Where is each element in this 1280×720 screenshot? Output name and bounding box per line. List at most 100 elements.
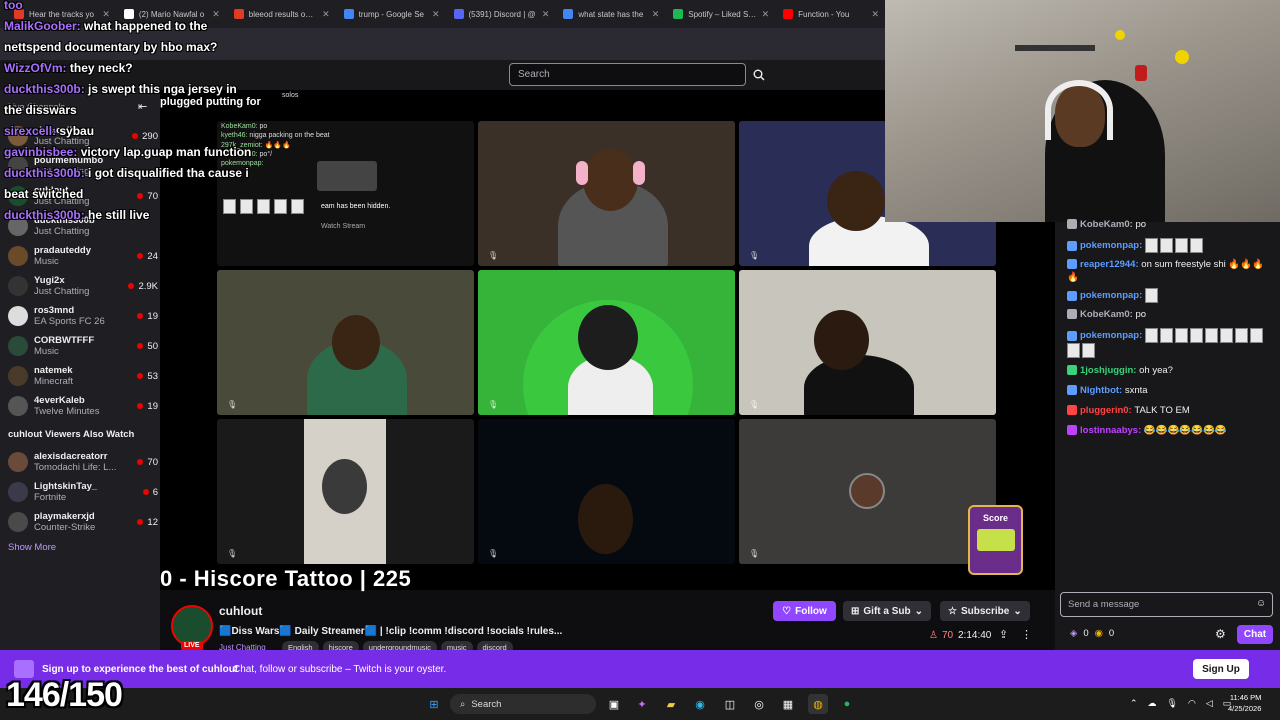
overlay-chat-text: beat switched bbox=[4, 187, 84, 201]
close-icon[interactable]: ✕ bbox=[322, 9, 330, 20]
gift-sub-button[interactable]: ⊞ Gift a Sub ⌄ bbox=[843, 601, 932, 621]
chat-username[interactable]: lostinnaabys: bbox=[1080, 425, 1144, 436]
chat-message: 1joshjuggin: oh yea? bbox=[1067, 364, 1272, 377]
file-explorer-icon[interactable]: ▰ bbox=[661, 694, 681, 714]
watch-stream-link[interactable]: Watch Stream bbox=[321, 223, 365, 230]
close-icon[interactable]: ✕ bbox=[871, 9, 879, 20]
copilot-icon[interactable]: ✦ bbox=[632, 694, 652, 714]
viewer-count-value: 70 bbox=[147, 456, 158, 468]
viewer-count-value: 70 bbox=[941, 630, 954, 641]
channel-game: Just Chatting bbox=[34, 226, 90, 237]
search-input[interactable]: Search bbox=[509, 63, 746, 86]
close-icon[interactable]: ✕ bbox=[212, 9, 220, 20]
edge-icon[interactable]: ◉ bbox=[690, 694, 710, 714]
subscribe-button[interactable]: ☆ Subscribe ⌄ bbox=[940, 601, 1030, 621]
chat-username[interactable]: 1joshjuggin: bbox=[1080, 365, 1139, 376]
live-dot-icon bbox=[132, 133, 139, 139]
browser-tab[interactable]: Spotify – Liked Son ✕ bbox=[667, 2, 775, 26]
chat-button[interactable]: Chat bbox=[1237, 625, 1273, 644]
channel-game: Tomodachi Life: L... bbox=[34, 462, 117, 473]
sidebar-channel[interactable]: CORBWTFFF Music 50 bbox=[8, 332, 158, 360]
mic-icon: 🎙 bbox=[488, 251, 499, 260]
close-icon[interactable]: ✕ bbox=[542, 9, 550, 20]
close-icon[interactable]: ✕ bbox=[432, 9, 440, 20]
share-icon[interactable]: ⇪ bbox=[999, 628, 1008, 641]
live-dot-icon bbox=[128, 283, 135, 289]
obs-icon[interactable]: ◎ bbox=[749, 694, 769, 714]
chat-text: 😂😂😂😂😂😂😂 bbox=[1143, 425, 1227, 436]
collapse-sidebar-icon[interactable]: ⇤ bbox=[138, 100, 147, 113]
system-tray[interactable]: ⌃ ☁ 🎙 ◠ ◁ ▭ bbox=[1130, 698, 1231, 709]
store-icon[interactable]: ◫ bbox=[720, 694, 740, 714]
chat-username[interactable]: reaper12944: bbox=[1080, 259, 1141, 270]
sidebar-channel[interactable]: pradauteddy Music 24 bbox=[8, 242, 158, 270]
gear-icon[interactable]: ⚙ bbox=[1215, 627, 1226, 641]
channel-viewers: 6 bbox=[142, 487, 158, 498]
chat-username[interactable]: pokemonpap: bbox=[1080, 290, 1145, 301]
points-icon: ◈ bbox=[1070, 628, 1078, 639]
browser-tab[interactable]: what state has the ✕ bbox=[557, 2, 665, 26]
more-options-icon[interactable]: ⋮ bbox=[1021, 628, 1032, 641]
channel-game: Music bbox=[34, 256, 59, 267]
taskbar-search[interactable]: ⌕ Search bbox=[450, 694, 596, 714]
capcut-icon[interactable]: ▦ bbox=[778, 694, 798, 714]
video-cell-5: 🎙 bbox=[478, 270, 735, 415]
search-button[interactable] bbox=[747, 63, 771, 86]
live-dot-icon bbox=[137, 403, 144, 409]
sidebar-channel[interactable]: natemek Minecraft 53 bbox=[8, 362, 158, 390]
sidebar-channel[interactable]: LightskinTay_ Fortnite 6 bbox=[8, 478, 158, 506]
close-icon[interactable]: ✕ bbox=[102, 9, 110, 20]
task-view-icon[interactable]: ▣ bbox=[604, 694, 624, 714]
viewer-count-value: 290 bbox=[142, 130, 158, 142]
sidebar-channel[interactable]: alexisdacreatorr Tomodachi Life: L... 70 bbox=[8, 448, 158, 476]
channel-viewers: 24 bbox=[137, 251, 158, 262]
overlay-chat-text: nettspend documentary by hbo max? bbox=[4, 40, 218, 54]
mini-chat-line: KobeKam0: po bbox=[221, 123, 330, 130]
sidebar-channel[interactable]: ros3mnd EA Sports FC 26 19 bbox=[8, 302, 158, 330]
live-dot-icon bbox=[137, 459, 144, 465]
chat-username[interactable]: KobeKam0: bbox=[1080, 219, 1135, 230]
emote-image bbox=[1144, 328, 1158, 343]
close-icon[interactable]: ✕ bbox=[652, 9, 660, 20]
taskbar-clock[interactable]: 11:46 PM 4/25/2026 bbox=[1228, 692, 1261, 714]
browser-tab[interactable]: (5391) Discord | @ ✕ bbox=[448, 2, 556, 26]
emote-image bbox=[1159, 328, 1173, 343]
chat-badge-icon bbox=[1067, 290, 1077, 301]
tab-title: what state has the bbox=[578, 9, 644, 19]
sidebar-channel[interactable]: Yugi2x Just Chatting 2.9K bbox=[8, 272, 158, 300]
browser-tab[interactable]: trump - Google Se ✕ bbox=[338, 2, 446, 26]
channel-points[interactable]: ◈ 0 ◉ 0 bbox=[1070, 628, 1114, 639]
chrome-icon[interactable]: ◍ bbox=[808, 694, 828, 714]
overlay-chat-text: i got disqualified tha cause i bbox=[88, 166, 249, 180]
sidebar-channel[interactable]: 4everKaleb Twelve Minutes 19 bbox=[8, 392, 158, 420]
chat-input[interactable]: Send a message bbox=[1060, 592, 1273, 617]
chevron-down-icon: ⌄ bbox=[914, 605, 924, 617]
browser-tab[interactable]: bleeod results on S ✕ bbox=[228, 2, 336, 26]
spotify-icon[interactable]: ● bbox=[837, 694, 857, 714]
avatar bbox=[8, 336, 28, 356]
signup-button[interactable]: Sign Up bbox=[1193, 659, 1249, 679]
avatar bbox=[8, 366, 28, 386]
overlay-chat-user: MalikGoober: bbox=[4, 19, 85, 33]
overlay-chat-user: duckthis300b: bbox=[4, 208, 89, 222]
close-icon[interactable]: ✕ bbox=[762, 9, 770, 20]
emote-image bbox=[1249, 328, 1263, 343]
emote-picker-icon[interactable]: ☺ bbox=[1256, 598, 1266, 609]
sidebar-channel[interactable]: playmakerxjd Counter-Strike 12 bbox=[8, 508, 158, 536]
channel-game: Fortnite bbox=[34, 492, 67, 503]
streamer-name[interactable]: cuhlout bbox=[219, 604, 262, 618]
channel-text: Yugi2x Just Chatting bbox=[34, 275, 128, 297]
chat-username[interactable]: pluggerin0: bbox=[1080, 405, 1134, 416]
browser-tab[interactable]: Function - You ✕ bbox=[777, 2, 885, 26]
overlay-chat-line: beat switched bbox=[4, 187, 83, 201]
chat-username[interactable]: Nightbot: bbox=[1080, 385, 1125, 396]
chat-username[interactable]: pokemonpap: bbox=[1080, 330, 1145, 341]
emote-image bbox=[1204, 328, 1218, 343]
windows-start-icon[interactable]: ⊞ bbox=[424, 694, 444, 714]
chat-username[interactable]: KobeKam0: bbox=[1080, 309, 1135, 320]
show-more-link[interactable]: Show More bbox=[8, 542, 56, 553]
channel-name: LightskinTay_ bbox=[34, 481, 98, 492]
follow-button[interactable]: ♡ Follow bbox=[773, 601, 836, 621]
chat-username[interactable]: pokemonpap: bbox=[1080, 240, 1145, 251]
mini-chat-text: 🔥🔥🔥 bbox=[264, 142, 291, 149]
